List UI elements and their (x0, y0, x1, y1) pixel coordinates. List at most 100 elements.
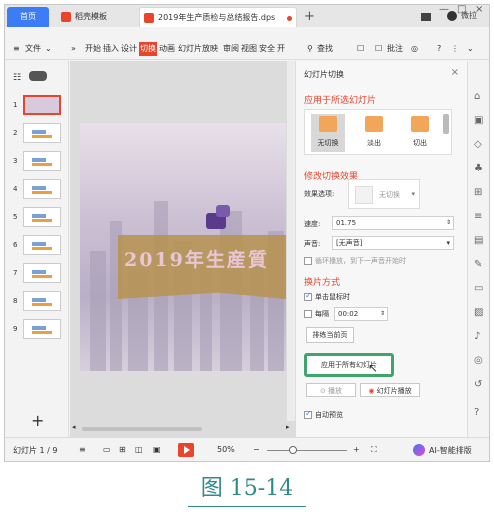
panel-close-icon[interactable]: × (451, 67, 459, 78)
thumbnail-2[interactable]: 2 (13, 123, 63, 145)
close-window-icon[interactable]: × (475, 5, 483, 15)
home-icon[interactable]: ⌂ (474, 91, 480, 102)
scroll-right-icon[interactable]: ▸ (286, 423, 290, 431)
effect-none[interactable]: 无切换 (311, 114, 345, 152)
audio-icon[interactable]: ♪ (474, 331, 480, 342)
menu-view[interactable]: 视图 (241, 42, 257, 56)
thumbnail-1[interactable]: 1 (13, 95, 63, 117)
transition-tool-icon[interactable]: ▣ (474, 115, 483, 126)
search-label[interactable]: 查找 (317, 42, 333, 56)
slide-canvas[interactable]: 2019年生産質 (80, 123, 286, 371)
search-icon[interactable]: ⚲ (307, 42, 313, 56)
menu-file[interactable]: 文件 (25, 42, 41, 56)
history-icon[interactable]: ↺ (474, 379, 482, 390)
present-view-icon[interactable]: ▣ (153, 445, 161, 454)
help-circle-icon[interactable]: ? (474, 407, 479, 418)
share-icon[interactable]: ☐ (357, 42, 364, 56)
loop-checkbox[interactable] (304, 257, 312, 265)
scroll-left-icon[interactable]: ◂ (72, 423, 76, 431)
menu-design[interactable]: 设计 (121, 42, 137, 56)
thumbnail-5[interactable]: 5 (13, 207, 63, 229)
autopreview-checkbox[interactable] (304, 409, 312, 419)
zoom-in-icon[interactable]: + (353, 445, 360, 454)
tab-home[interactable]: 首页 (7, 7, 49, 27)
paint-icon[interactable]: ♣ (474, 163, 483, 174)
canvas-horizontal-scrollbar[interactable]: ◂ ▸ (72, 423, 292, 433)
presentation-icon (144, 13, 154, 23)
thumbnail-view-icon[interactable] (29, 71, 47, 81)
speed-input[interactable]: 01.75 ⇕ (332, 216, 454, 230)
more-icon[interactable]: » (71, 42, 76, 56)
every-stepper-icon[interactable]: ⇕ (380, 308, 385, 320)
apply-all-button[interactable]: 应用于所有幻灯片 (304, 353, 394, 377)
reading-view-icon[interactable]: ◫ (135, 445, 143, 454)
thumbnail-6[interactable]: 6 (13, 235, 63, 257)
edit-icon[interactable]: ✎ (474, 259, 482, 270)
menu-insert[interactable]: 插入 (103, 42, 119, 56)
effect-cut[interactable]: 切出 (403, 114, 437, 152)
play-button[interactable]: ⊙ 播放 (306, 383, 356, 397)
minimize-icon[interactable]: — (439, 5, 449, 15)
scroll-thumb[interactable] (82, 427, 202, 431)
slideshow-play-icon[interactable] (178, 443, 194, 457)
menu-security[interactable]: 安全 (259, 42, 275, 56)
thumbnail-4[interactable]: 4 (13, 179, 63, 201)
chevron-down-icon[interactable]: ⌄ (45, 42, 52, 56)
menu-dev[interactable]: 开 (277, 42, 285, 56)
menu-start[interactable]: 开始 (85, 42, 101, 56)
notes-icon[interactable]: ≡ (79, 445, 86, 454)
gallery-scrollbar[interactable] (443, 114, 449, 134)
grid-icon[interactable]: ⊞ (474, 187, 482, 198)
thumbnail-9[interactable]: 9 (13, 319, 63, 341)
on-click-checkbox[interactable] (304, 291, 312, 301)
thumbnail-7[interactable]: 7 (13, 263, 63, 285)
ai-icon[interactable] (413, 444, 425, 456)
thumbnail-8[interactable]: 8 (13, 291, 63, 313)
comment-icon[interactable]: ☐ (375, 42, 382, 56)
autopreview-label: 自动预览 (315, 411, 343, 419)
add-slide-plus-icon[interactable]: + (31, 411, 44, 430)
slides-icon[interactable]: ▤ (474, 235, 483, 246)
settings-icon[interactable]: ◎ (411, 42, 418, 56)
zoom-slider-knob[interactable] (289, 446, 297, 454)
every-checkbox[interactable] (304, 310, 312, 318)
image-icon[interactable]: ▨ (474, 307, 483, 318)
menu-slideshow[interactable]: 幻灯片放映 (178, 42, 218, 56)
tab-template[interactable]: 稻壳模板 (57, 7, 135, 27)
speed-stepper-icon[interactable]: ⇕ (446, 217, 451, 229)
tab-document[interactable]: 2019年生产质检与总结报告.dps (139, 7, 297, 27)
maximize-icon[interactable]: □ (457, 5, 466, 15)
outline-view-icon[interactable]: ☷ (13, 73, 21, 83)
ai-layout-label[interactable]: AI-智能排版 (429, 445, 472, 456)
menu-transition[interactable]: 切换 (139, 42, 157, 56)
shape-icon[interactable]: ◇ (474, 139, 482, 150)
menu-animation[interactable]: 动画 (159, 42, 175, 56)
thumbnail-3[interactable]: 3 (13, 151, 63, 173)
sorter-view-icon[interactable]: ⊞ (119, 445, 126, 454)
every-input[interactable]: 00:02 ⇕ (334, 307, 388, 321)
film-icon[interactable]: ▭ (474, 283, 483, 294)
fit-window-icon[interactable]: ⛶ (371, 445, 377, 455)
on-click-label: 单击鼠标时 (315, 293, 350, 301)
normal-view-icon[interactable]: ▭ (103, 445, 111, 454)
help-icon[interactable]: ? (437, 42, 441, 56)
collapse-ribbon-icon[interactable]: ⌄ (467, 42, 474, 56)
slideshow-button[interactable]: ◉ 幻灯片播放 (360, 383, 420, 397)
zoom-slider[interactable] (267, 450, 347, 451)
transition-panel: 幻灯片切换 × 应用于所选幻灯片 无切换 淡出 切出 修改切换效果 效果选项: … (295, 61, 467, 437)
window-layout-icon[interactable] (421, 13, 431, 21)
menu-review[interactable]: 审阅 (223, 42, 239, 56)
sound-dropdown[interactable]: [无声音] ▾ (332, 236, 454, 250)
effect-options-dropdown[interactable]: 无切换 ▾ (348, 179, 420, 209)
equalizer-icon[interactable]: ≡ (474, 211, 482, 222)
canvas-vertical-scrollbar[interactable] (287, 61, 295, 421)
rehearse-button[interactable]: 排练当前页 (306, 327, 354, 343)
target-icon[interactable]: ◎ (474, 355, 483, 366)
effect-fade[interactable]: 淡出 (357, 114, 391, 152)
comment-label[interactable]: 批注 (387, 42, 403, 56)
zoom-level[interactable]: 50% (217, 445, 235, 454)
hamburger-icon[interactable]: ≡ (13, 42, 20, 56)
new-tab-plus-icon[interactable]: + (304, 8, 315, 26)
more-options-icon[interactable]: ⋮ (451, 42, 459, 56)
zoom-out-icon[interactable]: − (253, 445, 260, 454)
